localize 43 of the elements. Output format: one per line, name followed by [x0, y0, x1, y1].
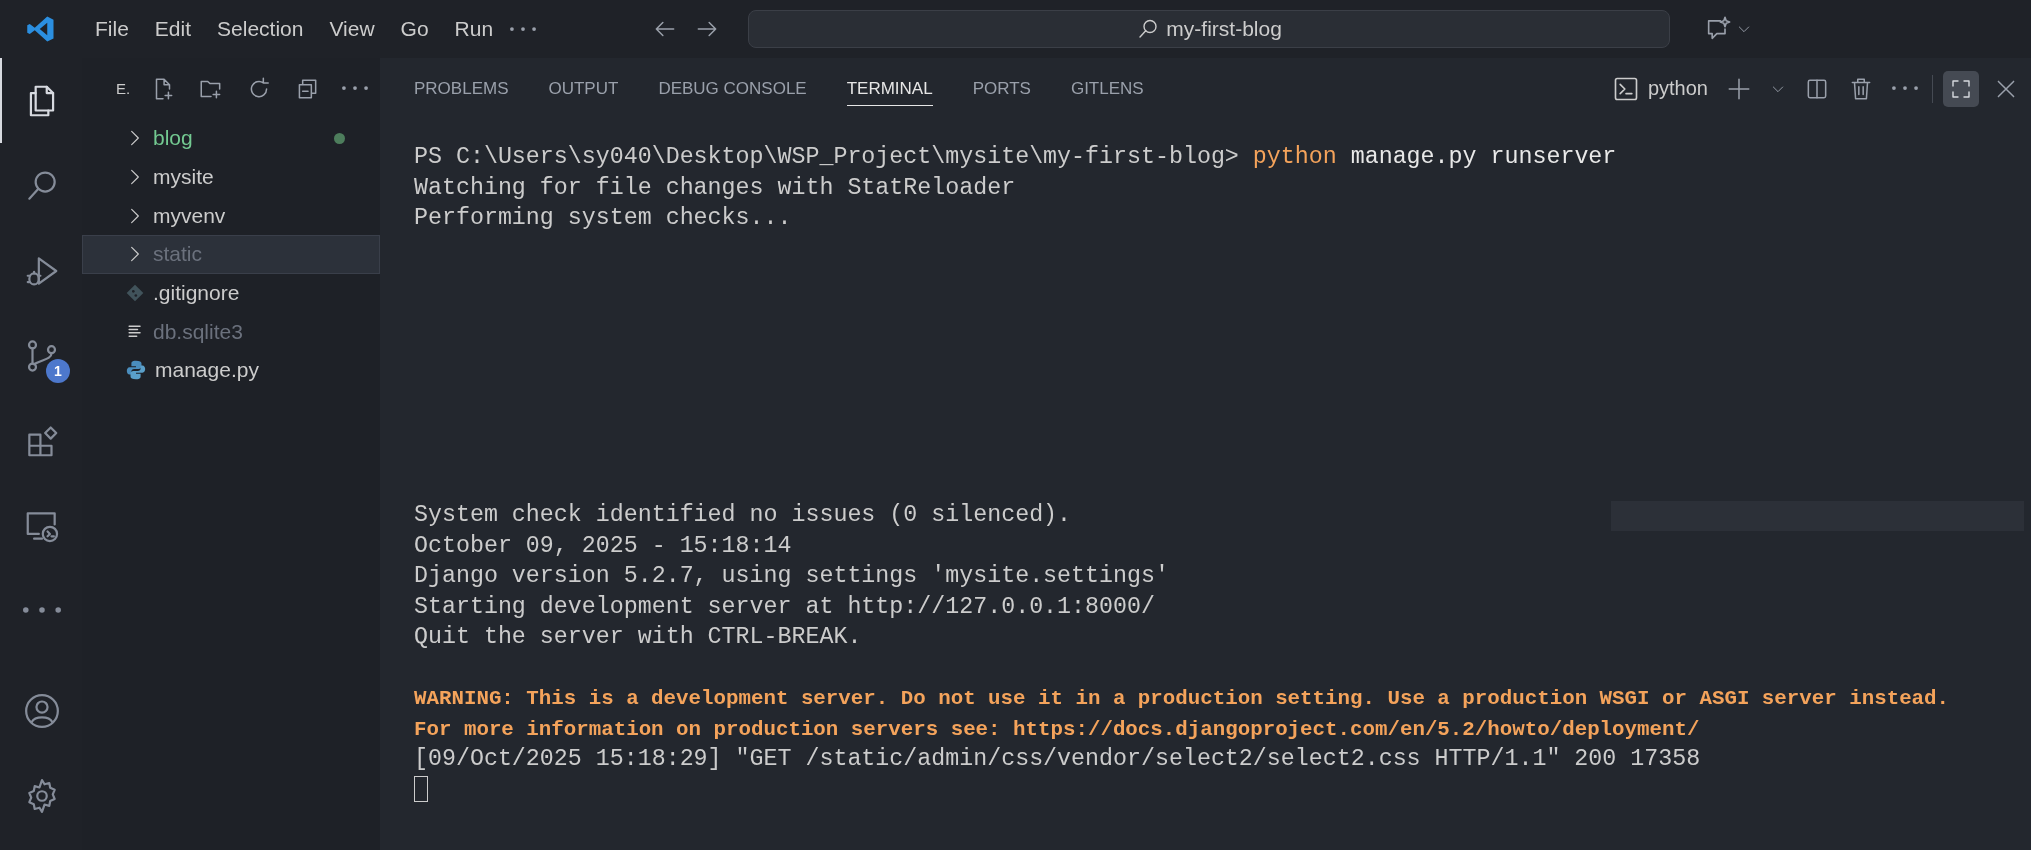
app-logo-icon [26, 14, 56, 44]
file-tree-item[interactable]: myvenv [82, 196, 380, 236]
menu-item[interactable]: Edit [141, 13, 205, 45]
menu-item[interactable]: View [316, 13, 388, 45]
search-field[interactable]: my-first-blog [748, 10, 1671, 48]
terminal-line: October 09, 2025 - 15:18:14 [414, 531, 792, 561]
account-icon [23, 691, 61, 730]
modified-dot [334, 132, 345, 144]
maximize-button[interactable] [1943, 70, 1979, 107]
menu-item[interactable]: Selection [204, 13, 317, 45]
more-icon [23, 607, 61, 614]
more-icon [1892, 86, 1918, 91]
git-icon [125, 283, 145, 304]
sidebar-title: E. [116, 80, 131, 97]
source-control-button[interactable]: 1 [0, 313, 82, 398]
menu-item[interactable]: File [82, 13, 142, 45]
terminal-line: WARNING: This is a development server. Do not use it in a production setting. Use a production WSGI or ASGI server instead. [414, 686, 1950, 712]
file-tree-item[interactable]: manage.py [82, 351, 380, 390]
terminal-profile-button[interactable]: python [1607, 70, 1712, 107]
terminal-line: PS C:\Users\sy040\Desktop\WSP_Project\mysite\my-first-blog> python manage.py runserver [414, 143, 1617, 172]
panel-tab[interactable]: DEBUG CONSOLE [658, 71, 807, 106]
terminal-line: [09/Oct/2025 15:18:29] "GET /static/admin/css/vendor/select2/select2.css HTTP/1.1" 200 17358 [414, 745, 1701, 774]
panel-tab[interactable]: TERMINAL [846, 71, 933, 106]
notification-badge: 1 [46, 359, 70, 383]
terminal-line: Starting development server at http://127.0.0.1:8000/ [414, 592, 1155, 622]
terminal-line: Watching for file changes with StatReloader [414, 173, 1016, 203]
panel-tab[interactable]: GITLENS [1070, 71, 1144, 106]
more-icon [342, 86, 369, 91]
panel-tab[interactable]: OUTPUT [548, 71, 619, 106]
panel-tab[interactable]: PORTS [972, 71, 1031, 106]
more-icon [510, 26, 537, 32]
file-tree-item[interactable]: .gitignore [82, 273, 380, 313]
terminal-line: System check identified no issues (0 silenced). [414, 501, 1072, 530]
menu-item[interactable]: Go [387, 13, 442, 45]
python-icon [125, 359, 147, 382]
file-tree-item[interactable]: blog [82, 119, 380, 158]
menu-item[interactable]: Run [441, 13, 507, 45]
panel-tab[interactable]: PROBLEMS [414, 71, 509, 106]
terminal-line: Performing system checks... [414, 204, 792, 233]
terminal-line: For more information on production servers see: https://docs.djangoproject.com/en/5.2/howto/deployment/ [414, 716, 1700, 743]
file-tree-item[interactable]: mysite [82, 157, 380, 197]
terminal-line: Django version 5.2.7, using settings 'mysite.settings' [414, 562, 1169, 591]
terminal-line: Quit the server with CTRL-BREAK. [414, 623, 862, 652]
